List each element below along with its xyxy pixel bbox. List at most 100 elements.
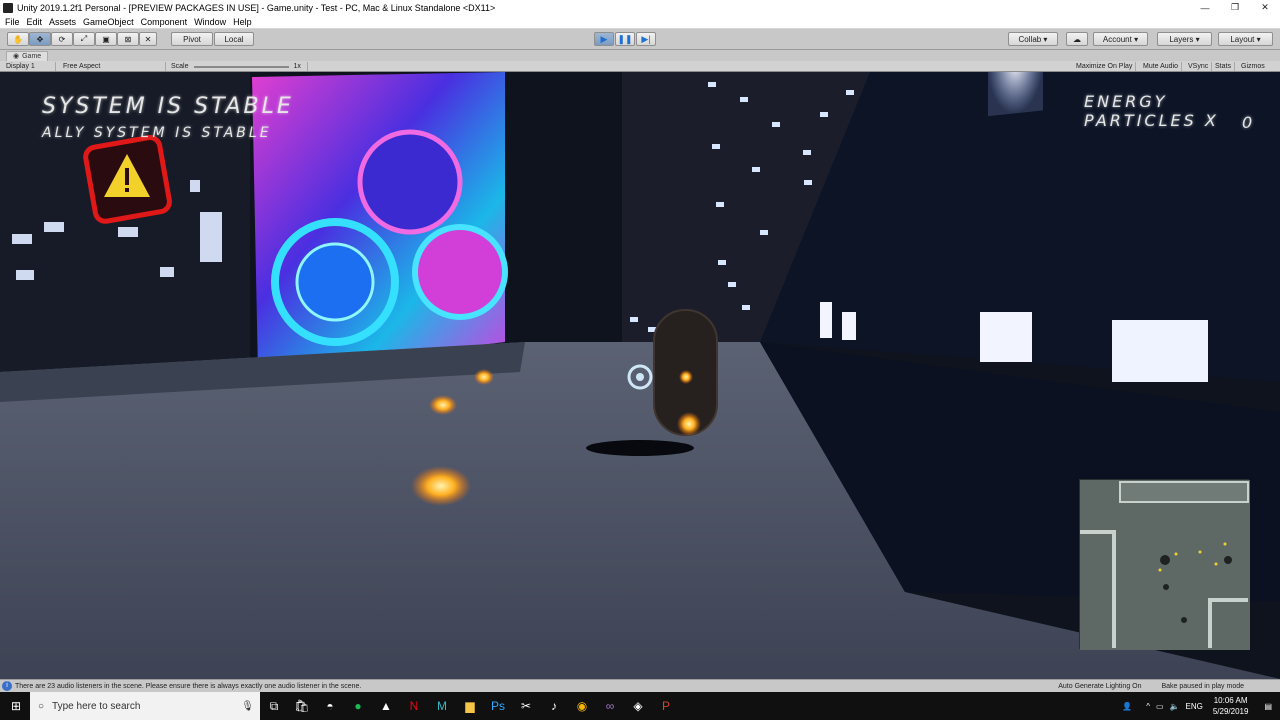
file-explorer-app[interactable]: ▆ xyxy=(456,692,484,720)
play-button[interactable]: ▶ xyxy=(594,32,614,46)
system-tray: 👤 ^ ▭ 🔈 ENG 10:06 AM 5/29/2019 ▤ xyxy=(1122,692,1280,720)
close-button[interactable]: ✕ xyxy=(1250,2,1280,13)
scale-slider[interactable]: Scale 1x xyxy=(168,62,308,71)
task-view-button[interactable]: ⧉ xyxy=(260,692,288,720)
powerpoint-app[interactable]: P xyxy=(652,692,680,720)
steam-app[interactable]: ◓ xyxy=(316,692,344,720)
chrome-app[interactable]: ◉ xyxy=(568,692,596,720)
photoshop-icon: Ps xyxy=(490,699,505,713)
unity-icon: ◈ xyxy=(633,699,643,713)
menu-window[interactable]: Window xyxy=(194,17,226,27)
aspect-dropdown[interactable]: Free Aspect xyxy=(60,62,166,71)
maximize-button[interactable]: ❐ xyxy=(1220,2,1250,13)
chevron-down-icon: ▾ xyxy=(1195,34,1200,44)
search-icon: ○ xyxy=(38,700,45,712)
folder-icon: ▆ xyxy=(465,699,475,713)
menu-assets[interactable]: Assets xyxy=(49,17,76,27)
inkscape-icon: ▲ xyxy=(380,699,392,713)
taskbar-search[interactable]: ○ Type here to search 🎙 xyxy=(30,692,260,720)
pivot-toggle[interactable]: Pivot xyxy=(171,32,213,46)
network-icon[interactable]: ▭ xyxy=(1156,702,1164,711)
cloud-icon: ☁ xyxy=(1073,34,1081,44)
local-toggle[interactable]: Local xyxy=(214,32,254,46)
microphone-icon: 🎙 xyxy=(241,700,254,712)
snipping-app[interactable]: ✂ xyxy=(512,692,540,720)
pause-button[interactable]: ❚❚ xyxy=(615,32,635,46)
transform-tool-button[interactable]: ⊠ xyxy=(117,32,139,46)
rect-tool-button[interactable]: ▣ xyxy=(95,32,117,46)
game-tab-icon: ◉ xyxy=(13,53,20,60)
itunes-app[interactable]: ♪ xyxy=(540,692,568,720)
window-title: Unity 2019.1.2f1 Personal - [PREVIEW PAC… xyxy=(17,2,496,13)
account-label: Account xyxy=(1102,34,1132,44)
minimize-button[interactable]: — xyxy=(1190,3,1220,13)
chevron-down-icon: ▾ xyxy=(1256,34,1261,44)
netflix-app[interactable]: N xyxy=(400,692,428,720)
local-label: Local xyxy=(224,34,244,44)
menu-file[interactable]: File xyxy=(5,17,20,27)
steam-icon: ◓ xyxy=(326,699,334,713)
maya-app[interactable]: M xyxy=(428,692,456,720)
scale-value: 1x xyxy=(293,63,301,70)
chevron-down-icon: ▾ xyxy=(1134,34,1139,44)
stats-toggle[interactable]: Stats xyxy=(1212,62,1235,71)
energy-particles-value: 0 xyxy=(1242,113,1256,132)
gizmos-label: Gizmos xyxy=(1241,63,1265,70)
store-app[interactable]: 🛍 xyxy=(288,692,316,720)
display-label: Display 1 xyxy=(6,63,35,70)
maximize-on-play-toggle[interactable]: Maximize On Play xyxy=(1073,62,1137,71)
windows-icon: ⊞ xyxy=(10,699,22,713)
people-icon[interactable]: 👤 xyxy=(1122,702,1132,711)
hand-icon: ✋ xyxy=(13,34,23,44)
photoshop-app[interactable]: Ps xyxy=(484,692,512,720)
scale-slider-track[interactable] xyxy=(193,65,289,68)
clock-time: 10:06 AM xyxy=(1213,696,1248,705)
collab-dropdown[interactable]: Collab ▾ xyxy=(1008,32,1058,46)
rotate-tool-button[interactable]: ⟳ xyxy=(51,32,73,46)
vsync-toggle[interactable]: VSync xyxy=(1185,62,1213,71)
scale-tool-button[interactable]: ⤢ xyxy=(73,32,95,46)
spotify-app[interactable]: ● xyxy=(344,692,372,720)
menu-component[interactable]: Component xyxy=(141,17,188,27)
game-viewport[interactable]: SYSTEM IS STABLE ALLY SYSTEM IS STABLE E… xyxy=(0,72,1280,679)
search-placeholder: Type here to search xyxy=(52,700,141,712)
move-tool-button[interactable]: ✥ xyxy=(29,32,51,46)
layers-dropdown[interactable]: Layers ▾ xyxy=(1157,32,1212,46)
menu-edit[interactable]: Edit xyxy=(27,17,43,27)
pause-icon: ❚❚ xyxy=(617,33,633,44)
unity-app[interactable]: ◈ xyxy=(624,692,652,720)
custom-tool-button[interactable]: ✕ xyxy=(139,32,157,46)
scale-label: Scale xyxy=(171,63,189,70)
display-dropdown[interactable]: Display 1 xyxy=(3,62,56,71)
chevron-up-icon[interactable]: ^ xyxy=(1146,702,1150,711)
language-indicator[interactable]: ENG xyxy=(1186,702,1203,711)
chrome-icon: ◉ xyxy=(576,699,588,713)
maya-icon: M xyxy=(437,699,447,713)
clock-date: 5/29/2019 xyxy=(1212,707,1249,716)
menu-gameobject[interactable]: GameObject xyxy=(83,17,134,27)
minimap xyxy=(1079,479,1250,650)
account-dropdown[interactable]: Account ▾ xyxy=(1093,32,1148,46)
clock[interactable]: 10:06 AM 5/29/2019 xyxy=(1213,695,1249,717)
console-status-bar[interactable]: i There are 23 audio listeners in the sc… xyxy=(0,679,1280,692)
mute-audio-toggle[interactable]: Mute Audio xyxy=(1140,62,1183,71)
layers-label: Layers xyxy=(1169,34,1194,44)
menu-help[interactable]: Help xyxy=(233,17,252,27)
inkscape-app[interactable]: ▲ xyxy=(372,692,400,720)
gizmos-dropdown[interactable]: Gizmos xyxy=(1238,62,1268,71)
cloud-button[interactable]: ☁ xyxy=(1066,32,1088,46)
start-button[interactable]: ⊞ xyxy=(2,692,30,720)
ally-status-text: ALLY SYSTEM IS STABLE xyxy=(42,125,272,141)
status-message: There are 23 audio listeners in the scen… xyxy=(15,682,362,690)
step-button[interactable]: ▶| xyxy=(636,32,656,46)
tab-game[interactable]: ◉ Game xyxy=(6,50,49,61)
scissors-icon: ✂ xyxy=(520,699,532,713)
volume-icon[interactable]: 🔈 xyxy=(1170,702,1180,711)
rect-icon: ▣ xyxy=(102,34,110,44)
visual-studio-app[interactable]: ∞ xyxy=(596,692,624,720)
game-tab-bar: ◉ Game xyxy=(0,50,1280,61)
notifications-icon[interactable]: ▤ xyxy=(1264,702,1272,711)
task-view-icon: ⧉ xyxy=(269,698,279,713)
layout-dropdown[interactable]: Layout ▾ xyxy=(1218,32,1273,46)
hand-tool-button[interactable]: ✋ xyxy=(7,32,29,46)
